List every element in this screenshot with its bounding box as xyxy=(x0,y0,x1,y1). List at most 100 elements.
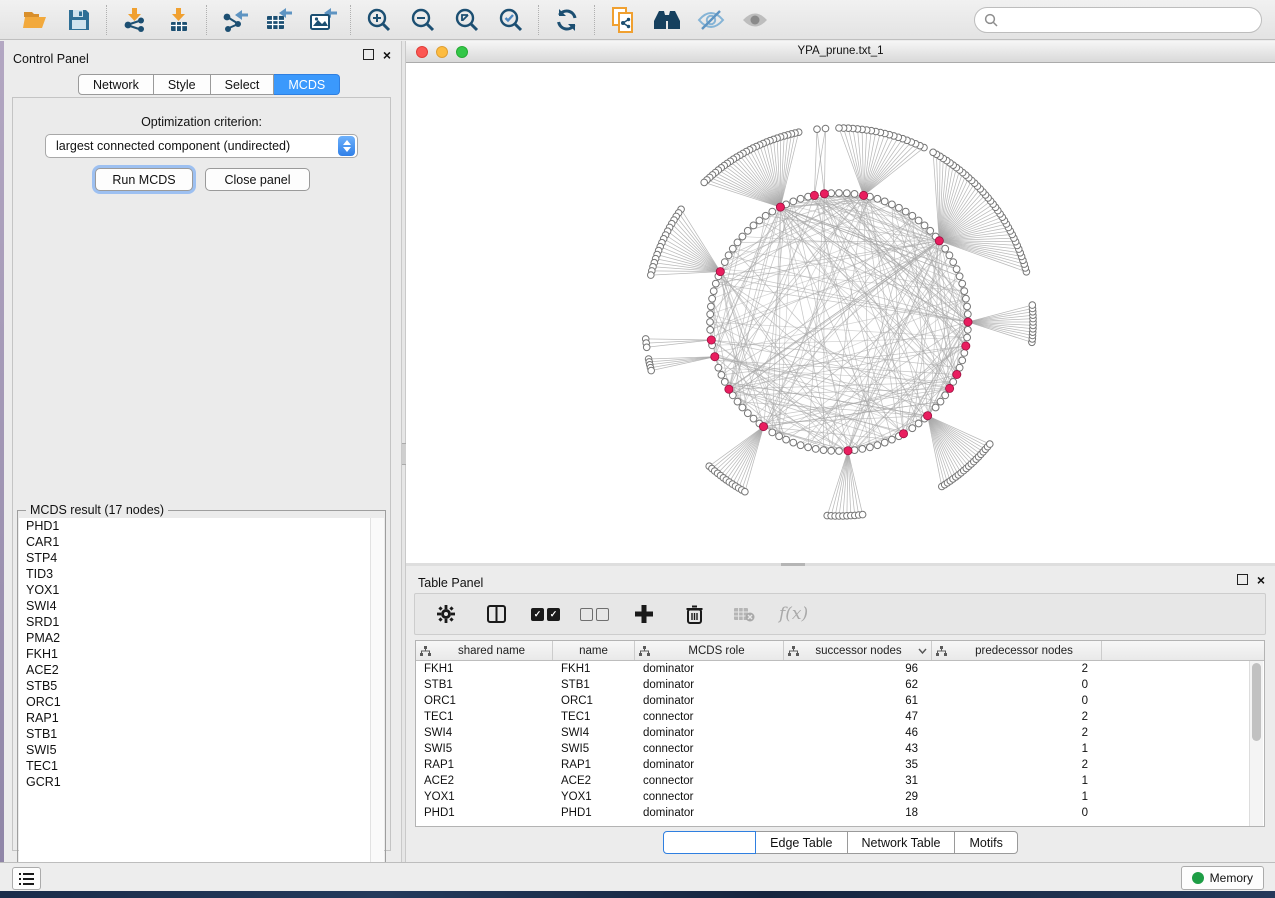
table-row[interactable]: SWI5SWI5connector431 xyxy=(416,741,1264,757)
result-node-item[interactable]: STB1 xyxy=(19,726,370,742)
result-node-item[interactable]: YOX1 xyxy=(19,582,370,598)
tab-mcds[interactable]: MCDS xyxy=(274,74,340,95)
table-row[interactable]: PHD1PHD1dominator180 xyxy=(416,805,1264,821)
result-node-item[interactable]: CAR1 xyxy=(19,534,370,550)
export-image-icon[interactable] xyxy=(308,6,338,34)
cell-successor-nodes[interactable]: 31 xyxy=(784,775,932,787)
column-header-name[interactable]: name xyxy=(553,641,635,660)
cell-predecessor-nodes[interactable]: 1 xyxy=(932,791,1102,803)
cell-name[interactable]: PHD1 xyxy=(553,807,635,819)
hide-selected-eye-icon[interactable] xyxy=(696,6,726,34)
tab-style[interactable]: Style xyxy=(154,74,211,95)
cell-MCDS-role[interactable]: dominator xyxy=(635,759,784,771)
cell-MCDS-role[interactable]: connector xyxy=(635,711,784,723)
network-canvas[interactable] xyxy=(406,63,1275,563)
result-node-item[interactable]: STP4 xyxy=(19,550,370,566)
add-column-icon[interactable] xyxy=(629,600,659,628)
refresh-icon[interactable] xyxy=(552,6,582,34)
cell-shared-name[interactable]: TEC1 xyxy=(416,711,553,723)
result-node-item[interactable]: SWI4 xyxy=(19,598,370,614)
import-network-icon[interactable] xyxy=(120,6,150,34)
cell-MCDS-role[interactable]: dominator xyxy=(635,807,784,819)
column-header-successor-nodes[interactable]: successor nodes xyxy=(784,641,932,660)
cell-shared-name[interactable]: STB1 xyxy=(416,679,553,691)
cell-shared-name[interactable]: RAP1 xyxy=(416,759,553,771)
cell-MCDS-role[interactable]: connector xyxy=(635,743,784,755)
table-row[interactable]: ORC1ORC1dominator610 xyxy=(416,693,1264,709)
cell-predecessor-nodes[interactable]: 0 xyxy=(932,807,1102,819)
cell-name[interactable]: ACE2 xyxy=(553,775,635,787)
close-panel-icon[interactable]: × xyxy=(383,50,391,60)
table-scrollbar[interactable] xyxy=(1249,661,1263,826)
result-node-item[interactable]: RAP1 xyxy=(19,710,370,726)
zoom-in-icon[interactable] xyxy=(364,6,394,34)
table-row[interactable]: FKH1FKH1dominator962 xyxy=(416,661,1264,677)
show-all-eye-icon[interactable] xyxy=(740,6,770,34)
cell-shared-name[interactable]: SWI5 xyxy=(416,743,553,755)
result-node-item[interactable]: ORC1 xyxy=(19,694,370,710)
cell-predecessor-nodes[interactable]: 2 xyxy=(932,727,1102,739)
cell-name[interactable]: STB1 xyxy=(553,679,635,691)
cell-successor-nodes[interactable]: 96 xyxy=(784,663,932,675)
cell-predecessor-nodes[interactable]: 2 xyxy=(932,711,1102,723)
float-panel-icon[interactable] xyxy=(363,49,374,60)
cell-MCDS-role[interactable]: dominator xyxy=(635,727,784,739)
cell-name[interactable]: SWI5 xyxy=(553,743,635,755)
result-node-item[interactable]: PMA2 xyxy=(19,630,370,646)
criterion-dropdown[interactable]: largest connected component (undirected) xyxy=(45,134,358,158)
cell-MCDS-role[interactable]: dominator xyxy=(635,695,784,707)
zoom-fit-icon[interactable] xyxy=(452,6,482,34)
cell-predecessor-nodes[interactable]: 2 xyxy=(932,663,1102,675)
column-header-MCDS-role[interactable]: MCDS role xyxy=(635,641,784,660)
table-row[interactable]: YOX1YOX1connector291 xyxy=(416,789,1264,805)
column-header-shared-name[interactable]: shared name xyxy=(416,641,553,660)
cell-name[interactable]: RAP1 xyxy=(553,759,635,771)
cell-MCDS-role[interactable]: dominator xyxy=(635,679,784,691)
cell-shared-name[interactable]: YOX1 xyxy=(416,791,553,803)
cell-shared-name[interactable]: SWI4 xyxy=(416,727,553,739)
cell-successor-nodes[interactable]: 35 xyxy=(784,759,932,771)
result-list-scrollbar[interactable] xyxy=(370,518,384,878)
cell-successor-nodes[interactable]: 18 xyxy=(784,807,932,819)
result-node-item[interactable]: SWI5 xyxy=(19,742,370,758)
cell-name[interactable]: ORC1 xyxy=(553,695,635,707)
cell-successor-nodes[interactable]: 46 xyxy=(784,727,932,739)
result-node-item[interactable]: TID3 xyxy=(19,566,370,582)
import-table-icon[interactable] xyxy=(164,6,194,34)
result-node-item[interactable]: ACE2 xyxy=(19,662,370,678)
cell-MCDS-role[interactable]: dominator xyxy=(635,663,784,675)
result-node-item[interactable]: TEC1 xyxy=(19,758,370,774)
copy-network-icon[interactable] xyxy=(608,6,638,34)
cell-successor-nodes[interactable]: 62 xyxy=(784,679,932,691)
result-node-item[interactable]: GCR1 xyxy=(19,774,370,790)
table-row[interactable]: STB1STB1dominator620 xyxy=(416,677,1264,693)
export-network-icon[interactable] xyxy=(220,6,250,34)
table-scrollbar-thumb[interactable] xyxy=(1252,663,1261,741)
split-columns-icon[interactable] xyxy=(481,600,511,628)
zoom-out-icon[interactable] xyxy=(408,6,438,34)
deselect-all-checkboxes-icon[interactable] xyxy=(580,608,609,621)
result-node-item[interactable]: STB5 xyxy=(19,678,370,694)
run-mcds-button[interactable]: Run MCDS xyxy=(95,168,193,191)
close-panel-button[interactable]: Close panel xyxy=(205,168,310,191)
tab-node-table[interactable]: Node Table xyxy=(663,831,756,854)
select-all-checkboxes-icon[interactable]: ✓✓ xyxy=(531,608,560,621)
cell-shared-name[interactable]: PHD1 xyxy=(416,807,553,819)
save-icon[interactable] xyxy=(64,6,94,34)
table-row[interactable]: TEC1TEC1connector472 xyxy=(416,709,1264,725)
cell-shared-name[interactable]: FKH1 xyxy=(416,663,553,675)
tab-motifs[interactable]: Motifs xyxy=(955,831,1017,854)
result-node-item[interactable]: FKH1 xyxy=(19,646,370,662)
export-table-icon[interactable] xyxy=(264,6,294,34)
cell-shared-name[interactable]: ACE2 xyxy=(416,775,553,787)
cell-successor-nodes[interactable]: 43 xyxy=(784,743,932,755)
zoom-selected-icon[interactable] xyxy=(496,6,526,34)
open-folder-icon[interactable] xyxy=(20,6,50,34)
close-panel-icon[interactable]: × xyxy=(1257,575,1265,585)
float-panel-icon[interactable] xyxy=(1237,574,1248,585)
cell-predecessor-nodes[interactable]: 1 xyxy=(932,775,1102,787)
cell-name[interactable]: FKH1 xyxy=(553,663,635,675)
cell-successor-nodes[interactable]: 29 xyxy=(784,791,932,803)
tab-network-table[interactable]: Network Table xyxy=(848,831,956,854)
column-header-predecessor-nodes[interactable]: predecessor nodes xyxy=(932,641,1102,660)
